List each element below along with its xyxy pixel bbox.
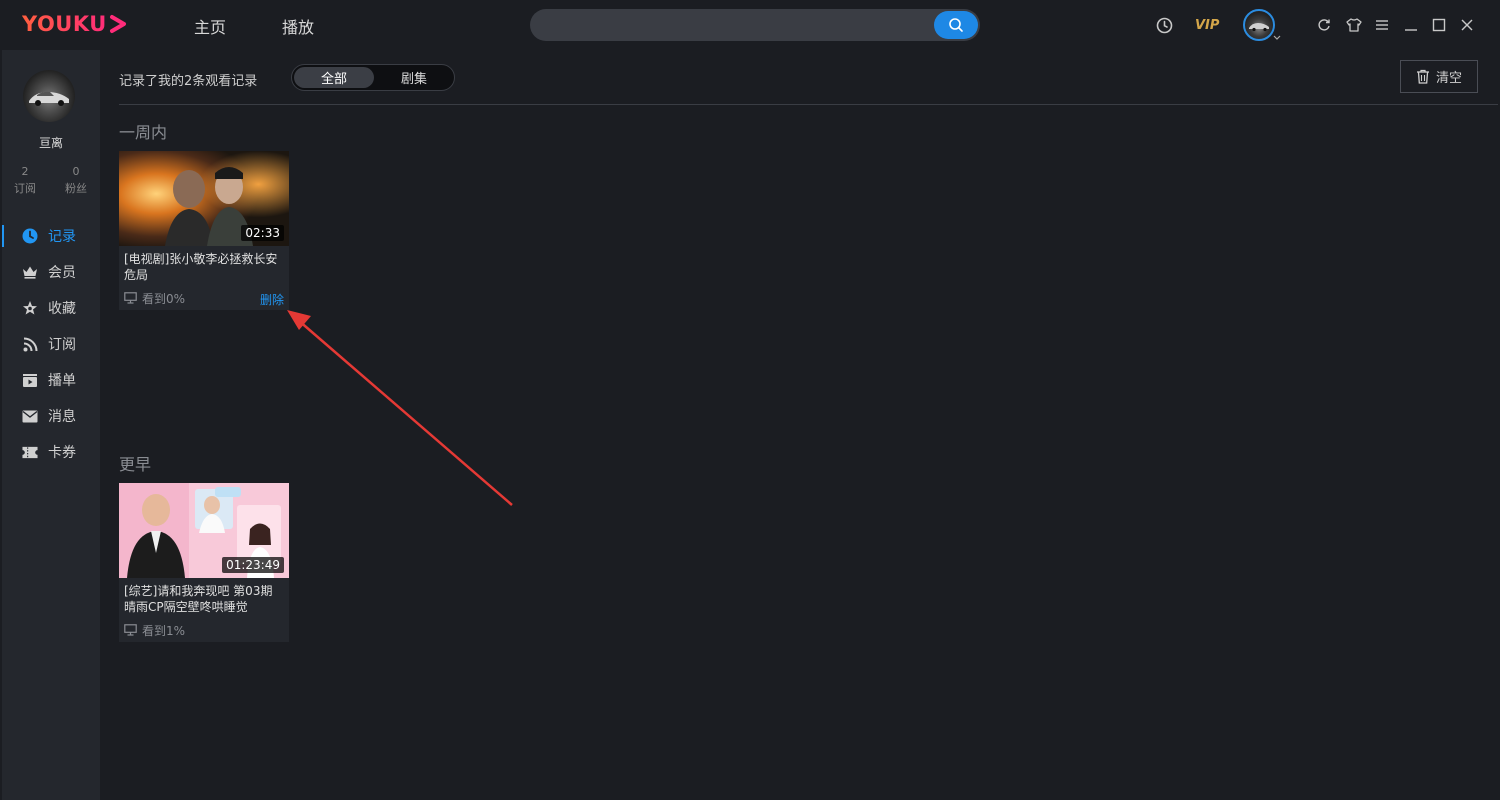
search-input[interactable]	[544, 9, 924, 41]
car-avatar-image	[1249, 23, 1270, 32]
video-thumbnail[interactable]: 02:33	[119, 151, 289, 246]
video-duration: 01:23:49	[222, 557, 284, 573]
delete-button[interactable]: 删除	[260, 291, 284, 308]
section-title-week: 一周内	[119, 123, 168, 142]
sidebar-menu: 记录 会员 收藏 订阅 播单 消息 卡券	[2, 218, 100, 470]
sidebar-item-coupons[interactable]: 卡券	[2, 434, 100, 470]
profile-name: 亘离	[38, 136, 63, 150]
close-button[interactable]	[1460, 18, 1474, 32]
followers-stat[interactable]: 0 粉丝	[56, 163, 96, 197]
filter-all-button[interactable]: 全部	[294, 67, 374, 88]
menu-button[interactable]	[1375, 19, 1389, 31]
watch-progress: 看到0%	[142, 291, 186, 306]
sidebar-item-label: 会员	[48, 265, 76, 281]
minimize-icon	[1405, 29, 1418, 31]
trash-icon	[1416, 69, 1429, 84]
video-thumbnail[interactable]: 01:23:49	[119, 483, 289, 578]
logo-play-icon	[109, 15, 126, 33]
chevron-down-icon	[1274, 35, 1281, 40]
ticket-icon	[22, 444, 38, 460]
sidebar-item-membership[interactable]: 会员	[2, 254, 100, 290]
search-button[interactable]	[934, 11, 978, 39]
youku-logo[interactable]: YOUKU	[22, 12, 127, 36]
nav-tab-play[interactable]: 播放	[282, 14, 314, 38]
rss-icon	[22, 336, 38, 352]
sidebar-item-label: 收藏	[48, 301, 76, 317]
youku-app: YOUKU 主页 播放 VIP 亘离 2 订阅 0 粉丝 记录 会员 收藏 订阅…	[0, 0, 1500, 800]
hamburger-icon	[1376, 20, 1389, 30]
followers-label: 粉丝	[65, 182, 87, 195]
card-footer: 看到1%	[119, 618, 289, 642]
video-duration: 02:33	[241, 225, 284, 241]
video-title[interactable]: [综艺]请和我奔现吧 第03期 晴雨CP隔空壁咚哄睡觉	[119, 578, 289, 618]
annotation-arrow	[287, 310, 513, 506]
crown-icon	[22, 264, 38, 280]
avatar	[1243, 9, 1276, 41]
refresh-icon	[1318, 19, 1331, 31]
user-menu[interactable]	[1243, 9, 1281, 41]
top-right-controls: VIP	[1155, 0, 1474, 50]
sidebar-item-label: 记录	[48, 229, 76, 245]
sidebar-item-playlists[interactable]: 播单	[2, 362, 100, 398]
sidebar-item-history[interactable]: 记录	[2, 218, 100, 254]
video-title[interactable]: [电视剧]张小敬李必拯救长安危局	[119, 246, 289, 286]
sidebar-item-label: 订阅	[48, 337, 76, 353]
skin-button[interactable]	[1346, 18, 1363, 32]
sidebar-item-subscriptions[interactable]: 订阅	[2, 326, 100, 362]
subscriptions-stat[interactable]: 2 订阅	[5, 163, 45, 197]
clock-icon	[22, 228, 38, 244]
tshirt-icon	[1346, 18, 1363, 32]
sidebar: 亘离 2 订阅 0 粉丝 记录 会员 收藏 订阅 播单 消息 卡券	[2, 50, 100, 800]
minimize-button[interactable]	[1404, 18, 1418, 32]
monitor-icon	[124, 624, 137, 636]
search-bar	[530, 9, 980, 41]
car-avatar-image	[29, 91, 69, 106]
history-button[interactable]	[1155, 17, 1173, 34]
vip-button[interactable]: VIP	[1195, 18, 1219, 33]
profile-avatar[interactable]	[23, 70, 75, 122]
followers-count: 0	[72, 165, 80, 178]
nav-tab-home[interactable]: 主页	[194, 14, 226, 38]
history-clock-icon	[1156, 17, 1172, 33]
maximize-icon	[1433, 18, 1446, 32]
sidebar-item-favorites[interactable]: 收藏	[2, 290, 100, 326]
star-icon	[22, 300, 38, 316]
subscriptions-count: 2	[21, 165, 29, 178]
sidebar-item-label: 消息	[48, 409, 76, 425]
monitor-icon	[124, 292, 137, 304]
clear-label: 清空	[1435, 71, 1462, 86]
history-card[interactable]: 02:33 [电视剧]张小敬李必拯救长安危局 看到0% 删除	[119, 151, 289, 310]
header-divider	[119, 104, 1498, 105]
sidebar-item-label: 播单	[48, 373, 76, 389]
maximize-button[interactable]	[1432, 18, 1446, 32]
clear-history-button[interactable]: 清空	[1400, 60, 1478, 93]
sidebar-item-label: 卡券	[48, 445, 76, 461]
card-footer: 看到0% 删除	[119, 286, 289, 310]
playlist-icon	[22, 372, 38, 388]
top-bar: YOUKU 主页 播放 VIP	[0, 0, 1500, 50]
history-card[interactable]: 01:23:49 [综艺]请和我奔现吧 第03期 晴雨CP隔空壁咚哄睡觉 看到1…	[119, 483, 289, 642]
close-icon	[1461, 19, 1473, 31]
filter-toggle: 全部 剧集	[291, 64, 455, 91]
refresh-button[interactable]	[1317, 18, 1331, 32]
filter-series-button[interactable]: 剧集	[374, 67, 454, 88]
subscriptions-label: 订阅	[14, 182, 36, 195]
history-summary: 记录了我的2条观看记录	[119, 74, 258, 89]
logo-text: YOUKU	[22, 12, 107, 36]
sidebar-item-messages[interactable]: 消息	[2, 398, 100, 434]
section-title-earlier: 更早	[119, 455, 152, 474]
mail-icon	[22, 408, 38, 424]
search-icon	[949, 18, 963, 32]
watch-progress: 看到1%	[142, 623, 186, 638]
